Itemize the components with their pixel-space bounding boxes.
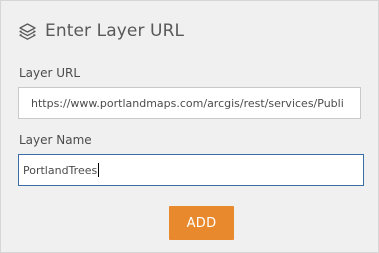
panel-header: Enter Layer URL <box>18 19 184 43</box>
add-layer-panel: Enter Layer URL Layer URL https://www.po… <box>0 0 379 253</box>
add-button[interactable]: ADD <box>169 206 234 240</box>
layer-name-label: Layer Name <box>19 133 92 147</box>
layer-name-input[interactable]: PortlandTrees <box>18 154 364 186</box>
layer-url-label: Layer URL <box>19 66 81 80</box>
text-caret <box>98 163 100 177</box>
panel-title: Enter Layer URL <box>45 21 185 41</box>
layer-name-value: PortlandTrees <box>23 163 98 177</box>
layer-url-input[interactable]: https://www.portlandmaps.com/arcgis/rest… <box>18 87 361 119</box>
layers-icon <box>18 22 37 41</box>
layer-url-value: https://www.portlandmaps.com/arcgis/rest… <box>31 96 344 110</box>
